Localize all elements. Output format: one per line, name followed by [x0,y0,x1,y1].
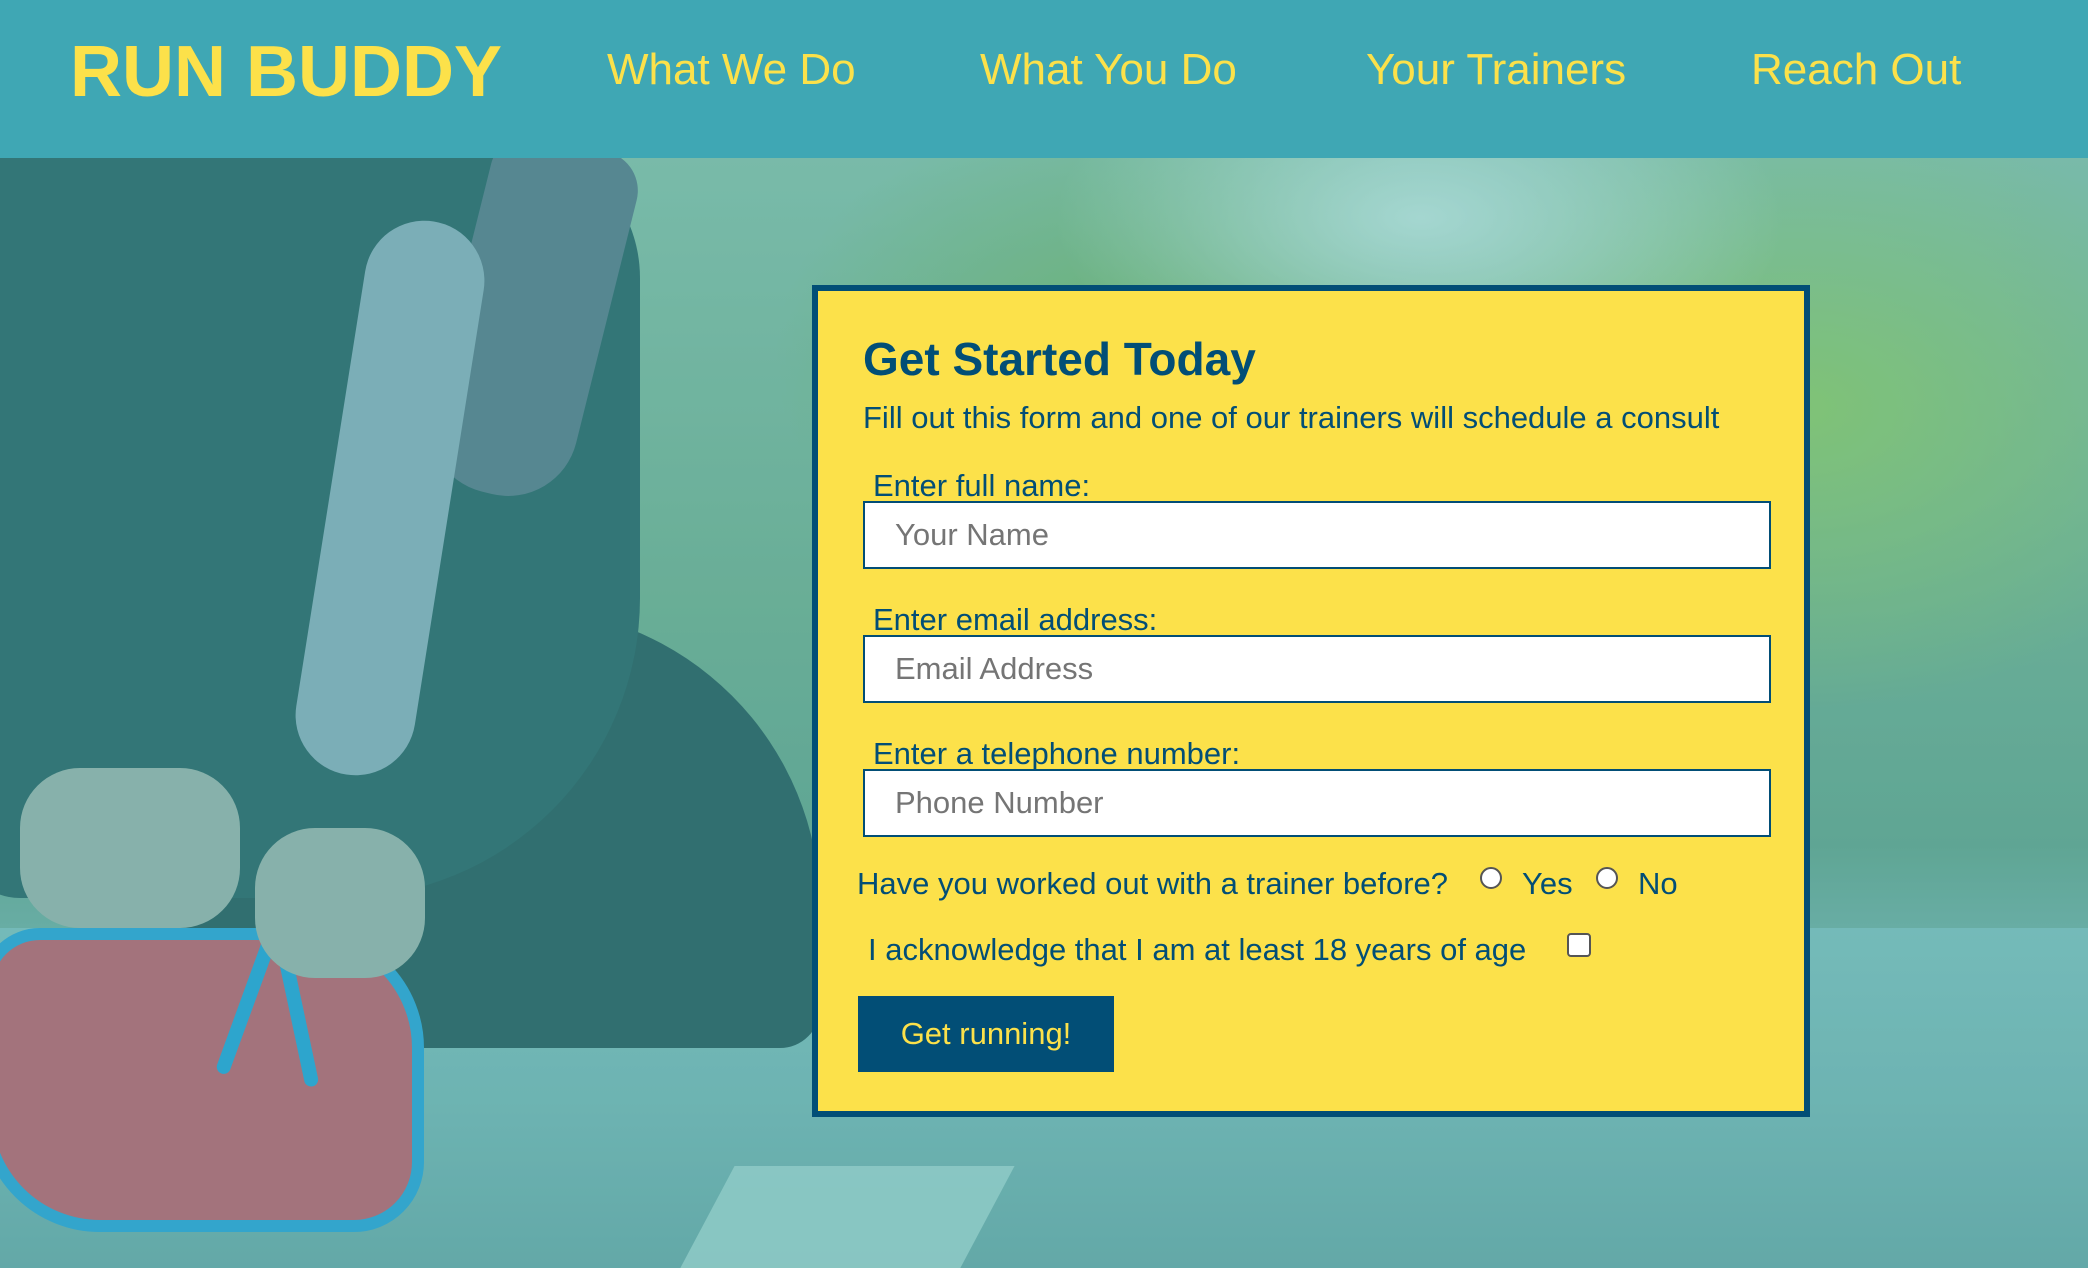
radio-no-label: No [1638,866,1678,901]
get-started-form: Get Started Today Fill out this form and… [812,285,1810,1117]
phone-label: Enter a telephone number: [873,736,1241,771]
age-acknowledgement-label: I acknowledge that I am at least 18 year… [868,932,1527,967]
radio-yes[interactable] [1480,867,1502,889]
logo[interactable]: RUN BUDDY [70,36,502,108]
nav-link-what-you-do[interactable]: What You Do [980,48,1237,92]
name-label: Enter full name: [873,468,1091,503]
site-header: RUN BUDDY What We Do What You Do Your Tr… [0,0,2088,158]
phone-input[interactable] [863,769,1771,837]
nav-link-what-we-do[interactable]: What We Do [607,48,856,92]
age-checkbox[interactable] [1567,933,1591,957]
form-subtitle: Fill out this form and one of our traine… [863,400,1720,435]
radio-no[interactable] [1596,867,1618,889]
nav-link-your-trainers[interactable]: Your Trainers [1366,48,1626,92]
radio-yes-label: Yes [1522,866,1573,901]
email-label: Enter email address: [873,602,1158,637]
trainer-question: Have you worked out with a trainer befor… [857,866,1449,901]
email-input[interactable] [863,635,1771,703]
form-title: Get Started Today [863,333,1256,385]
get-running-button[interactable]: Get running! [858,996,1114,1072]
name-input[interactable] [863,501,1771,569]
nav-link-reach-out[interactable]: Reach Out [1751,48,1961,92]
